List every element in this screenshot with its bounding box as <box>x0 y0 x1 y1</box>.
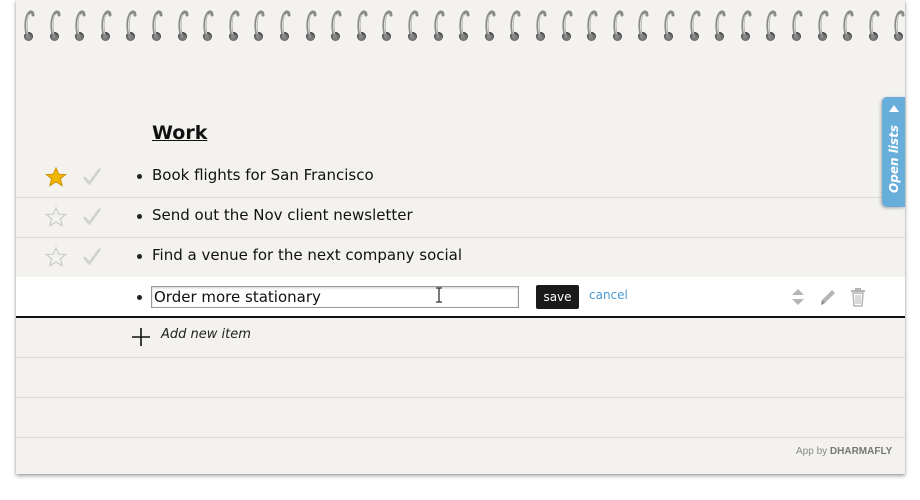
binding-ring <box>203 10 214 39</box>
binding-ring <box>510 10 521 39</box>
check-icon[interactable] <box>81 166 103 188</box>
check-icon[interactable] <box>81 246 103 268</box>
bullet <box>137 214 142 219</box>
credit-brand[interactable]: DHARMAFLY <box>830 446 892 457</box>
credit-prefix: App by <box>796 446 828 457</box>
add-item-row[interactable]: Add new item <box>16 317 905 358</box>
app-credit: App by DHARMAFLY <box>796 446 892 457</box>
binding-ring <box>126 10 137 39</box>
edit-item-input[interactable] <box>151 286 519 308</box>
binding-ring <box>229 10 240 39</box>
binding-ring <box>101 10 112 39</box>
binding-ring <box>536 10 547 39</box>
item-text[interactable]: Book flights for San Francisco <box>152 166 374 184</box>
text-cursor-icon <box>436 287 442 303</box>
binding-ring <box>613 10 624 39</box>
list-item[interactable]: Book flights for San Francisco <box>16 157 905 198</box>
star-filled-icon[interactable] <box>45 166 67 188</box>
binding-ring <box>689 10 701 39</box>
list-item[interactable]: Send out the Nov client newsletter <box>16 197 905 238</box>
binding-ring <box>357 10 368 39</box>
binding-ring <box>433 10 445 39</box>
binding-ring <box>254 10 265 39</box>
binding-ring <box>408 10 419 39</box>
binding-ring <box>869 10 880 39</box>
binding-ring <box>75 10 86 39</box>
reorder-arrows-icon[interactable] <box>788 286 808 308</box>
trash-icon[interactable] <box>848 286 868 308</box>
binding-ring <box>766 10 777 39</box>
empty-line <box>16 357 905 398</box>
binding-ring <box>894 10 905 39</box>
spiral-binding <box>16 0 905 52</box>
binding-ring <box>561 10 573 39</box>
binding-ring <box>817 10 829 39</box>
star-outline-icon[interactable] <box>45 246 67 268</box>
binding-ring <box>715 10 726 39</box>
check-icon[interactable] <box>81 206 103 228</box>
plus-icon[interactable] <box>131 327 151 347</box>
binding-ring <box>664 10 675 39</box>
binding-ring <box>305 10 317 39</box>
bullet <box>137 295 142 300</box>
empty-line <box>16 397 905 438</box>
binding-ring <box>382 10 393 39</box>
list-title: Work <box>152 122 208 144</box>
bullet <box>137 254 142 259</box>
open-lists-tab[interactable]: Open lists <box>882 97 905 207</box>
binding-ring <box>152 10 163 39</box>
binding-ring <box>638 10 649 39</box>
triangle-up-icon <box>889 105 899 112</box>
binding-ring <box>485 10 496 39</box>
binding-ring <box>843 10 854 39</box>
open-lists-label: Open lists <box>887 125 901 193</box>
binding-ring <box>741 10 752 39</box>
add-item-label[interactable]: Add new item <box>161 327 251 342</box>
binding-ring <box>792 10 803 39</box>
binding-ring <box>587 10 598 39</box>
binding-ring <box>331 10 342 39</box>
cancel-link[interactable]: cancel <box>589 288 628 302</box>
binding-ring <box>280 10 291 39</box>
pencil-icon[interactable] <box>817 286 837 308</box>
bullet <box>137 174 142 179</box>
binding-ring <box>24 10 35 39</box>
item-text[interactable]: Find a venue for the next company social <box>152 246 462 264</box>
binding-ring <box>177 10 189 39</box>
save-button[interactable]: save <box>536 285 579 309</box>
list-item[interactable]: Find a venue for the next company social <box>16 237 905 278</box>
list-item-editing[interactable]: save cancel <box>16 277 905 318</box>
star-outline-icon[interactable] <box>45 206 67 228</box>
item-text[interactable]: Send out the Nov client newsletter <box>152 206 413 224</box>
binding-ring <box>459 10 470 39</box>
binding-ring <box>49 10 61 39</box>
